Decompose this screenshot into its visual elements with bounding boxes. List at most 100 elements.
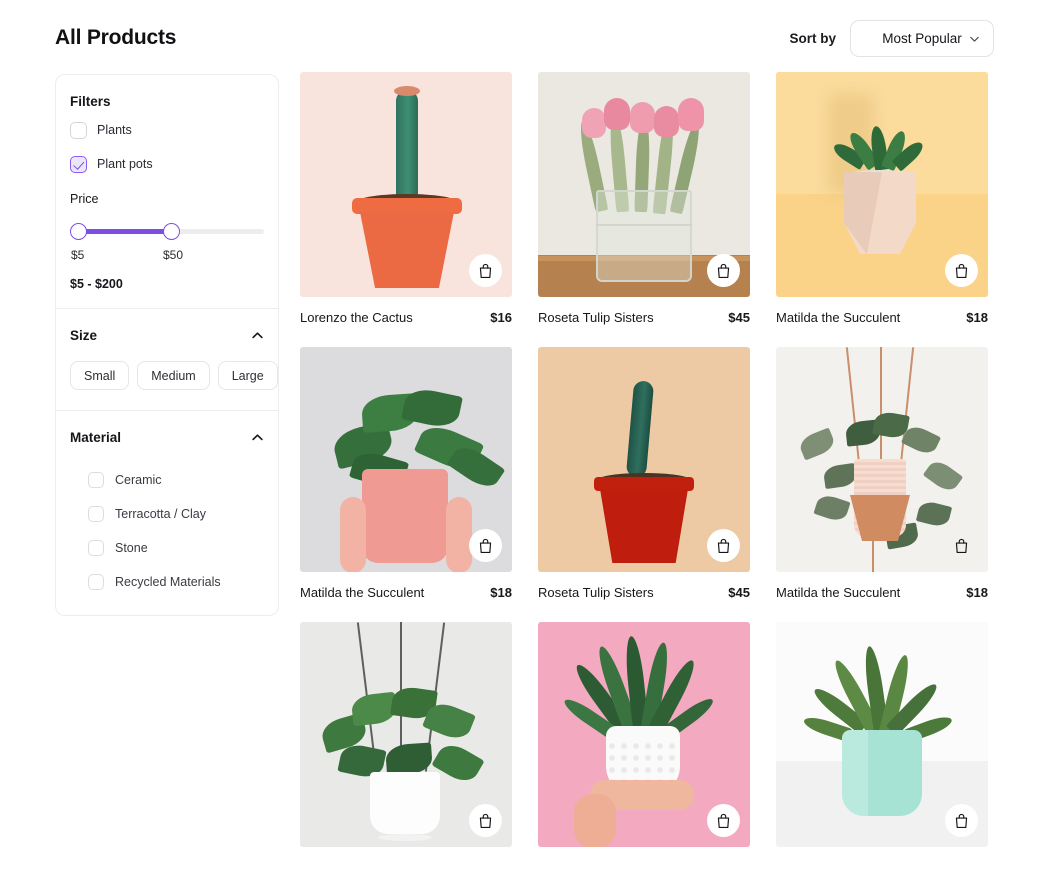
size-options: Small Medium Large [70,361,278,410]
shopping-bag-icon [955,263,968,278]
checkbox-unchecked-icon[interactable] [88,506,104,522]
size-chip-large[interactable]: Large [217,361,278,390]
product-image-tulips-vase[interactable] [538,72,750,297]
product-card[interactable] [538,622,750,860]
product-image-hand-white-textured-pot[interactable] [538,622,750,847]
product-price: $45 [728,585,750,600]
add-to-cart-button[interactable] [945,254,978,287]
product-price: $45 [728,310,750,325]
chevron-up-icon[interactable] [251,329,264,342]
slider-handle-max[interactable] [163,223,180,240]
product-card[interactable]: Matilda the Succulent $18 [300,347,512,600]
product-grid: Lorenzo the Cactus $16 Roseta Tulip Sist… [300,72,990,882]
product-name: Matilda the Succulent [776,310,901,325]
size-section-header[interactable]: Size [70,309,264,361]
material-label-recycled-materials: Recycled Materials [115,575,221,589]
add-to-cart-button[interactable] [707,529,740,562]
product-meta: Roseta Tulip Sisters $45 [538,585,750,600]
add-to-cart-button[interactable] [707,804,740,837]
page-header: All Products Sort by Most Popular [0,0,1050,72]
shopping-bag-icon [479,538,492,553]
size-chip-medium[interactable]: Medium [137,361,210,390]
price-max-tick: $50 [163,248,184,262]
product-image-cactus-red-pot[interactable] [538,347,750,572]
material-title: Material [70,429,122,445]
product-price: $18 [490,585,512,600]
product-card[interactable]: Matilda the Succulent $18 [776,347,988,600]
product-card[interactable]: Roseta Tulip Sisters $45 [538,72,750,325]
shopping-bag-icon [479,813,492,828]
chevron-up-icon[interactable] [251,431,264,444]
filters-section: Filters Plants Plant pots Price $5 $50 $ [56,75,278,308]
product-listing-page: All Products Sort by Most Popular Filter… [0,0,1050,895]
shopping-bag-icon [717,538,730,553]
material-checkbox-stone[interactable]: Stone [70,531,264,565]
price-tick-row: $5 $50 [70,248,264,266]
material-label-ceramic: Ceramic [115,473,162,487]
product-price: $18 [966,310,988,325]
material-checkbox-ceramic[interactable]: Ceramic [70,463,264,497]
price-range-readout: $5 - $200 [70,277,123,291]
sort-by-value: Most Popular [882,31,962,46]
shopping-bag-icon [717,263,730,278]
slider-handle-min[interactable] [70,223,87,240]
product-card[interactable]: Matilda the Succulent $18 [776,72,988,325]
product-image-cactus-terracotta[interactable] [300,72,512,297]
product-card[interactable] [300,622,512,860]
material-checkbox-recycled-materials[interactable]: Recycled Materials [70,565,264,599]
product-image-hanging-pothos[interactable] [776,347,988,572]
product-row: Matilda the Succulent $18 Roseta Tulip S… [300,347,990,600]
product-image-succulent-geometric-pot[interactable] [776,72,988,297]
filter-checkbox-plants[interactable]: Plants [70,113,264,147]
shopping-bag-icon [479,263,492,278]
product-card[interactable]: Lorenzo the Cactus $16 [300,72,512,325]
material-section: Material Ceramic Terracotta / Clay Stone [56,411,278,615]
product-image-succulent-mint-pot[interactable] [776,622,988,847]
product-name: Lorenzo the Cactus [300,310,413,325]
material-section-header[interactable]: Material [70,411,264,463]
add-to-cart-button[interactable] [469,529,502,562]
product-price: $18 [966,585,988,600]
product-meta: Matilda the Succulent $18 [776,310,988,325]
sort-by-label: Sort by [789,31,836,46]
checkbox-unchecked-icon[interactable] [88,472,104,488]
add-to-cart-button[interactable] [945,804,978,837]
product-image-hanging-pilea-white-pot[interactable] [300,622,512,847]
material-checkbox-terracotta-clay[interactable]: Terracotta / Clay [70,497,264,531]
checkbox-checked-icon[interactable] [70,155,87,173]
product-card[interactable]: Roseta Tulip Sisters $45 [538,347,750,600]
price-range-slider[interactable] [70,218,264,244]
page-title: All Products [55,26,177,49]
slider-track-fill [76,229,170,234]
product-name: Roseta Tulip Sisters [538,585,654,600]
product-name: Matilda the Succulent [300,585,425,600]
size-section: Size Small Medium Large [56,309,278,410]
checkbox-unchecked-icon[interactable] [88,574,104,590]
filter-label-plant-pots: Plant pots [97,157,153,171]
size-title: Size [70,327,98,343]
product-name: Roseta Tulip Sisters [538,310,654,325]
product-price: $16 [490,310,512,325]
product-meta: Matilda the Succulent $18 [300,585,512,600]
product-name: Matilda the Succulent [776,585,901,600]
filter-label-plants: Plants [97,123,132,137]
product-image-hands-pink-pot[interactable] [300,347,512,572]
add-to-cart-button[interactable] [707,254,740,287]
add-to-cart-button[interactable] [469,254,502,287]
chevron-down-icon [970,36,979,42]
sort-by-select[interactable]: Most Popular [850,20,994,57]
sort-control: Sort by Most Popular [789,20,994,57]
price-title: Price [70,192,99,206]
product-row: Lorenzo the Cactus $16 Roseta Tulip Sist… [300,72,990,325]
material-options: Ceramic Terracotta / Clay Stone Recycled… [70,463,264,615]
add-to-cart-button[interactable] [469,804,502,837]
material-label-stone: Stone [115,541,148,555]
shopping-bag-icon [717,813,730,828]
add-to-cart-button[interactable] [945,529,978,562]
product-row [300,622,990,860]
product-card[interactable] [776,622,988,860]
checkbox-unchecked-icon[interactable] [70,121,87,139]
checkbox-unchecked-icon[interactable] [88,540,104,556]
filter-checkbox-plant-pots[interactable]: Plant pots [70,147,264,181]
size-chip-small[interactable]: Small [70,361,130,390]
